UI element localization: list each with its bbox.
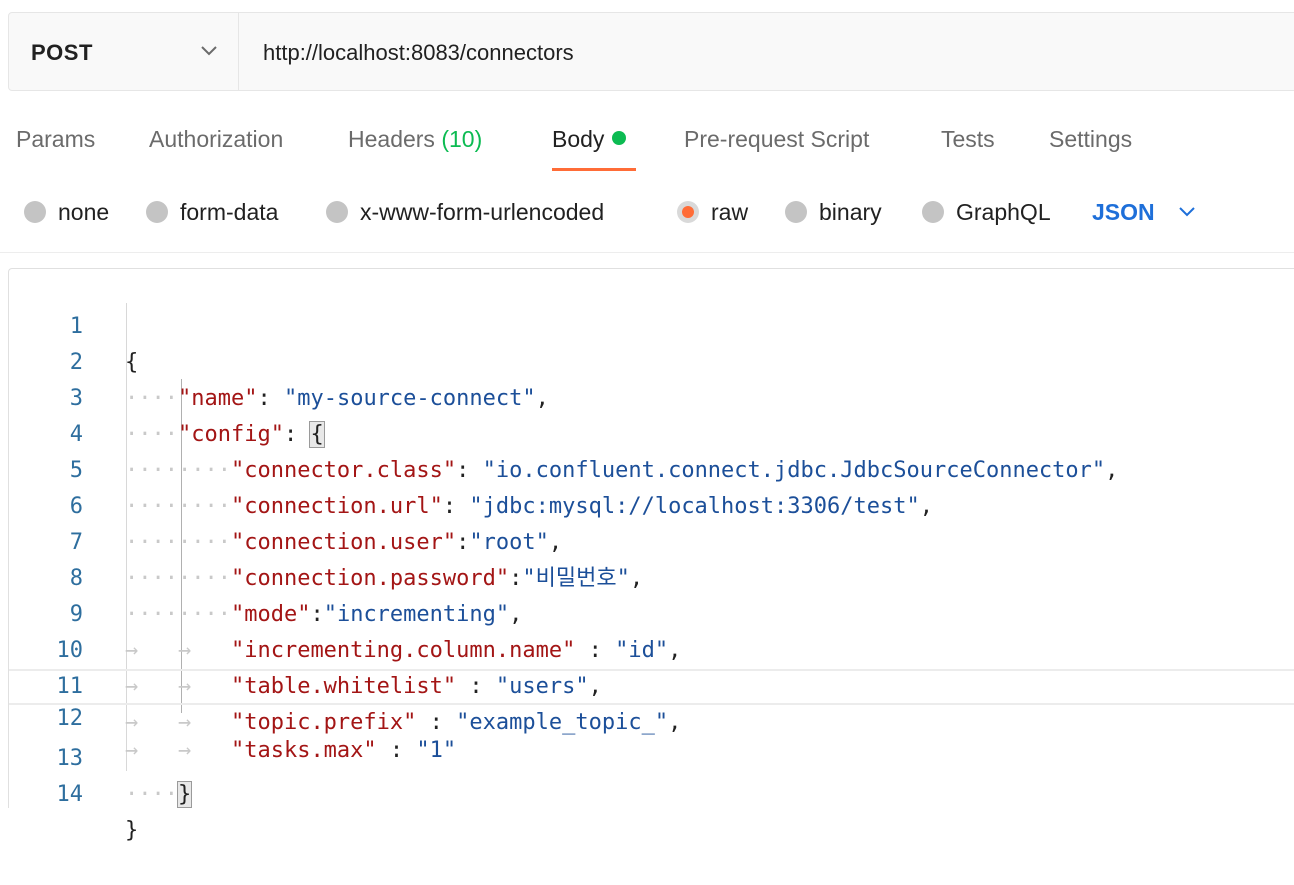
tab-headers[interactable]: Headers (10): [348, 126, 482, 153]
code-line-current: 12 → → "tasks.max" : "1": [9, 669, 1294, 763]
code-line: 2 ····"name": "my-source-connect",: [9, 309, 1294, 411]
matched-brace: }: [176, 781, 193, 808]
request-bar: POST http://localhost:8083/connectors: [8, 12, 1294, 91]
radio-graphql[interactable]: GraphQL: [922, 198, 1051, 226]
radio-label: GraphQL: [956, 198, 1051, 225]
code-text: ····}: [125, 777, 193, 813]
radio-checked-icon: [677, 201, 699, 223]
code-line: 9 → → "incrementing.column.name" : "id",: [9, 561, 1294, 663]
code-text: }: [125, 813, 138, 849]
code-line: 6 ········"connection.user":"root",: [9, 453, 1294, 555]
tab-tests[interactable]: Tests: [941, 126, 995, 153]
divider: [0, 252, 1294, 253]
chevron-down-icon: [1178, 207, 1195, 217]
tab-pre-request-script[interactable]: Pre-request Script: [684, 126, 869, 153]
language-select[interactable]: JSON: [1092, 198, 1197, 226]
radio-form-data[interactable]: form-data: [146, 198, 278, 226]
tab-headers-label: Headers: [348, 126, 435, 152]
radio-circle-icon: [922, 201, 944, 223]
code-line: 11 → → "topic.prefix" : "example_topic_"…: [9, 633, 1294, 735]
code-line: 7 ········"connection.password":"비밀번호",: [9, 489, 1294, 591]
code-line: 10 → → "table.whitelist" : "users",: [9, 597, 1294, 699]
code-line: 4 ········"connector.class": "io.conflue…: [9, 381, 1294, 483]
method-label: POST: [31, 40, 93, 65]
code-line: 1 {: [9, 273, 1294, 375]
radio-label: form-data: [180, 198, 279, 225]
code-line: 8 ········"mode":"incrementing",: [9, 525, 1294, 627]
url-input[interactable]: http://localhost:8083/connectors: [263, 40, 574, 66]
headers-count-badge: (10): [441, 126, 483, 152]
tab-body[interactable]: Body: [552, 126, 627, 153]
radio-label: raw: [711, 198, 749, 225]
body-active-dot-icon: [612, 131, 627, 145]
language-select-label: JSON: [1092, 198, 1155, 225]
radio-none[interactable]: none: [24, 198, 109, 226]
tab-params[interactable]: Params: [16, 126, 95, 153]
radio-label: x-www-form-urlencoded: [360, 198, 605, 225]
tab-settings[interactable]: Settings: [1049, 126, 1132, 153]
code-line: 13 ····}: [9, 705, 1294, 808]
chevron-down-icon: [201, 46, 217, 56]
radio-binary[interactable]: binary: [785, 198, 882, 226]
radio-circle-icon: [24, 201, 46, 223]
radio-x-www-form-urlencoded[interactable]: x-www-form-urlencoded: [326, 198, 604, 226]
code-line: 14 }: [9, 741, 1294, 843]
radio-label: none: [58, 198, 110, 225]
radio-circle-icon: [326, 201, 348, 223]
active-tab-indicator: [552, 168, 636, 171]
tab-authorization[interactable]: Authorization: [149, 126, 283, 153]
radio-circle-icon: [146, 201, 168, 223]
radio-circle-icon: [785, 201, 807, 223]
method-select[interactable]: POST: [9, 13, 239, 90]
whitespace-marker: ····: [125, 782, 178, 807]
line-number: 14: [56, 782, 84, 807]
close-brace: }: [125, 818, 139, 843]
code-editor[interactable]: 1 { 2 ····"name": "my-source-connect", 3…: [8, 268, 1294, 843]
code-line: 3 ····"config": {: [9, 345, 1294, 448]
tab-body-label: Body: [552, 126, 605, 152]
code-line: 5 ········"connection.url": "jdbc:mysql:…: [9, 417, 1294, 519]
radio-raw[interactable]: raw: [677, 198, 748, 226]
radio-label: binary: [819, 198, 882, 225]
